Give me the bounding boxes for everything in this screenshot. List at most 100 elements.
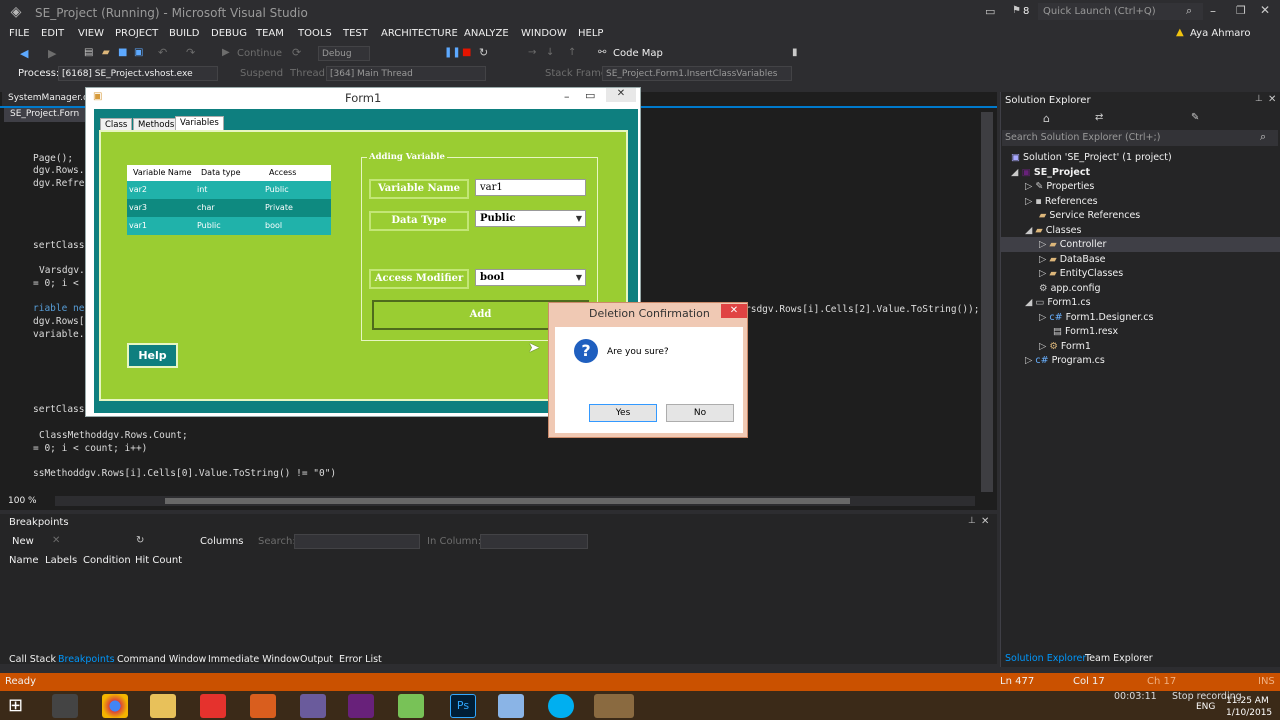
collapse-arrow-icon[interactable]: ▷ <box>1025 196 1032 207</box>
menu-help[interactable]: HELP <box>578 28 603 39</box>
tree-item-program-cs[interactable]: ▷ c# Program.cs <box>1025 355 1105 366</box>
maximize-icon[interactable]: ❐ <box>1236 4 1246 17</box>
variables-grid[interactable]: Variable Name Data type Access var2 int … <box>127 165 331 235</box>
new-project-icon[interactable]: ▤ <box>84 47 93 58</box>
file-explorer-icon[interactable] <box>150 694 176 718</box>
grid-cell[interactable]: var1 <box>129 218 147 234</box>
bookmark-icon[interactable]: ▮ <box>792 47 798 58</box>
pin-icon[interactable]: ⊥ <box>968 516 976 526</box>
columns-button[interactable]: Columns <box>200 536 244 547</box>
eclipse-icon[interactable] <box>300 694 326 718</box>
thread-select[interactable]: [364] Main Thread <box>326 66 486 81</box>
expand-icon[interactable]: ◢ <box>1011 167 1018 178</box>
tree-item-solution[interactable]: ▣ Solution 'SE_Project' (1 project) <box>1011 152 1172 163</box>
grid-cell[interactable]: Private <box>265 200 293 216</box>
tree-item-form1-class[interactable]: ▷ ⚙ Form1 <box>1039 341 1091 352</box>
grid-cell[interactable]: char <box>197 200 215 216</box>
virtualbox-icon[interactable] <box>498 694 524 718</box>
zoom-level[interactable]: 100 % <box>8 496 37 506</box>
vertical-scrollbar[interactable] <box>981 112 993 492</box>
column-header-condition[interactable]: Condition <box>83 555 131 566</box>
app-icon-pinned[interactable] <box>52 694 78 718</box>
horizontal-scroll-thumb[interactable] <box>165 498 850 504</box>
save-all-icon[interactable]: ▣ <box>134 47 143 58</box>
search-breakpoints-input[interactable] <box>294 534 420 549</box>
variable-name-input[interactable]: var1 <box>475 179 586 196</box>
tab-call-stack[interactable]: Call Stack <box>9 654 56 665</box>
tree-item-form1-cs[interactable]: ◢ ▭ Form1.cs <box>1025 297 1091 308</box>
grid-cell[interactable]: bool <box>265 218 282 234</box>
tab-error-list[interactable]: Error List <box>339 654 382 665</box>
stack-frame-select[interactable]: SE_Project.Form1.InsertClassVariables <box>602 66 792 81</box>
tab-system-manager[interactable]: SystemManager.c <box>2 92 94 106</box>
minimize-icon[interactable]: – <box>564 90 570 103</box>
tab-output[interactable]: Output <box>300 654 333 665</box>
close-button[interactable]: ✕ <box>606 88 636 102</box>
expand-icon[interactable]: ◢ <box>1025 225 1032 236</box>
forward-icon[interactable]: ▶ <box>48 47 56 60</box>
grid-cell[interactable]: Public <box>265 182 289 198</box>
tab-immediate-window[interactable]: Immediate Window <box>208 654 300 665</box>
chrome-icon[interactable] <box>102 694 128 718</box>
feedback-icon[interactable]: ▭ <box>985 5 995 18</box>
grid-cell[interactable]: var2 <box>129 182 147 198</box>
windows-start-icon[interactable]: ⊞ <box>8 695 23 716</box>
solution-search-box[interactable]: Search Solution Explorer (Ctrl+;) ⌕ <box>1002 130 1278 146</box>
in-column-select[interactable] <box>480 534 588 549</box>
grid-header[interactable]: Variable Name <box>133 165 192 181</box>
pin-icon[interactable]: ⊥ <box>1255 94 1263 104</box>
close-panel-icon[interactable]: ✕ <box>1268 94 1276 105</box>
user-name[interactable]: Aya Ahmaro <box>1190 28 1250 39</box>
collapse-arrow-icon[interactable]: ▷ <box>1039 239 1046 250</box>
table-row[interactable]: var2 int Public <box>127 181 331 199</box>
access-modifier-select[interactable]: bool ▼ <box>475 269 586 286</box>
tree-item-form1-resx[interactable]: ▤ Form1.resx <box>1053 326 1118 337</box>
matlab-icon[interactable] <box>250 694 276 718</box>
menu-view[interactable]: VIEW <box>78 28 104 39</box>
save-icon[interactable]: ■ <box>118 47 127 58</box>
sync-icon[interactable]: ⇄ <box>1095 112 1103 123</box>
close-icon[interactable]: ✕ <box>1260 3 1270 17</box>
grid-cell[interactable]: int <box>197 182 207 198</box>
collapse-arrow-icon[interactable]: ▷ <box>1039 312 1046 323</box>
tab-solution-explorer[interactable]: Solution Explorer <box>1005 653 1086 664</box>
step-icon[interactable]: → <box>528 47 536 58</box>
table-row[interactable]: var3 char Private <box>127 199 331 217</box>
skype-icon[interactable] <box>548 694 574 718</box>
language-indicator[interactable]: ENG <box>1196 702 1215 712</box>
restart-icon[interactable]: ↻ <box>479 46 488 59</box>
pause-icon[interactable]: ❚❚ <box>444 47 461 58</box>
quick-launch-box[interactable]: Quick Launch (Ctrl+Q) ⌕ <box>1038 3 1203 20</box>
photoshop-icon[interactable]: Ps <box>450 694 476 718</box>
horizontal-scrollbar[interactable] <box>55 496 975 506</box>
tab-team-explorer[interactable]: Team Explorer <box>1085 653 1153 664</box>
tree-item-references[interactable]: ▷ ▪ References <box>1025 196 1098 207</box>
dashlane-icon[interactable] <box>200 694 226 718</box>
visual-studio-taskbar-icon[interactable] <box>348 694 374 718</box>
help-button[interactable]: Help <box>127 343 178 368</box>
tree-item-database[interactable]: ▷ ▰ DataBase <box>1039 254 1106 265</box>
menu-architecture[interactable]: ARCHITECTURE <box>381 28 458 39</box>
grid-header[interactable]: Data type <box>201 165 241 181</box>
tree-item-project[interactable]: ◢ ▣ SE_Project <box>1011 167 1090 178</box>
table-row[interactable]: var1 Public bool <box>127 217 331 235</box>
tree-item-controller[interactable]: ▷ ▰ Controller <box>1039 239 1106 250</box>
tree-item-properties[interactable]: ▷ ✎ Properties <box>1025 181 1094 192</box>
yes-button[interactable]: Yes <box>589 404 657 422</box>
tree-item-entity-classes[interactable]: ▷ ▰ EntityClasses <box>1039 268 1123 279</box>
configuration-select[interactable]: Debug <box>318 46 370 61</box>
menu-team[interactable]: TEAM <box>256 28 284 39</box>
grid-header[interactable]: Access <box>269 165 296 181</box>
expand-icon[interactable]: ◢ <box>1025 297 1032 308</box>
refresh-icon[interactable]: ⟳ <box>292 46 301 59</box>
step-out-icon[interactable]: ↑ <box>568 47 576 58</box>
step-into-icon[interactable]: ↓ <box>546 47 554 58</box>
home-icon[interactable]: ⌂ <box>1043 112 1050 125</box>
menu-file[interactable]: FILE <box>9 28 30 39</box>
undo-icon[interactable]: ↶ <box>158 46 167 59</box>
tree-item-service-references[interactable]: ▰ Service References <box>1039 210 1140 221</box>
menu-tools[interactable]: TOOLS <box>298 28 332 39</box>
redo-icon[interactable]: ↷ <box>186 46 195 59</box>
stop-icon[interactable]: ■ <box>462 47 471 58</box>
menu-edit[interactable]: EDIT <box>41 28 64 39</box>
